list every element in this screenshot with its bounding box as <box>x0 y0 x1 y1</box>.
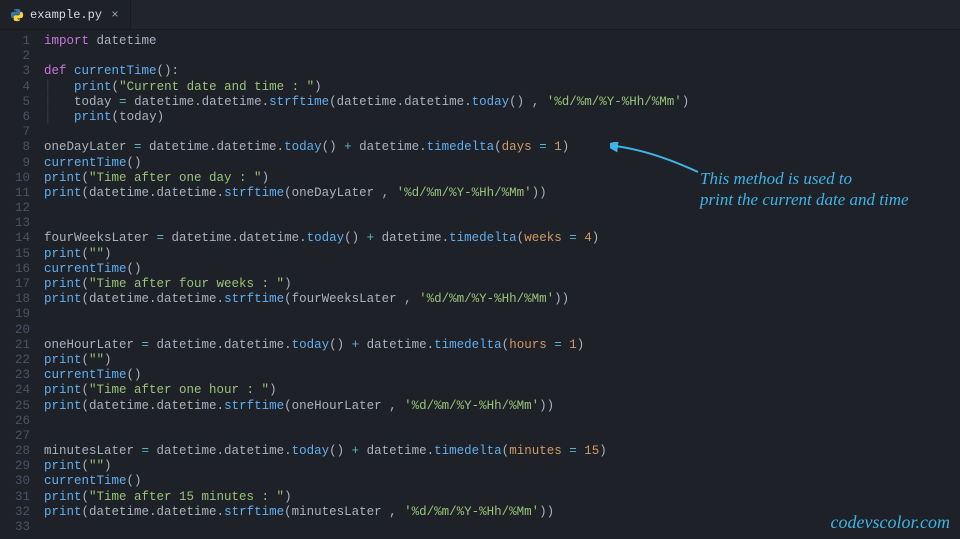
line-number-gutter: 1234567891011121314151617181920212223242… <box>0 34 44 539</box>
annotation-line-1: This method is used to <box>700 169 852 188</box>
watermark: codevscolor.com <box>831 511 950 534</box>
line-number: 3 <box>0 64 30 79</box>
line-number: 26 <box>0 414 30 429</box>
line-number: 7 <box>0 125 30 140</box>
line-number: 22 <box>0 353 30 368</box>
line-number: 23 <box>0 368 30 383</box>
line-number: 21 <box>0 338 30 353</box>
line-number: 32 <box>0 505 30 520</box>
line-number: 9 <box>0 156 30 171</box>
code-line[interactable]: │ print("Current date and time : ") <box>44 80 960 95</box>
code-line[interactable]: import datetime <box>44 34 960 49</box>
code-area[interactable]: import datetime def currentTime():│ prin… <box>44 34 960 539</box>
close-icon[interactable]: × <box>108 8 122 22</box>
code-line[interactable]: print("Time after 15 minutes : ") <box>44 490 960 505</box>
handwritten-annotation: This method is used to print the current… <box>700 168 950 211</box>
code-line[interactable]: oneDayLater = datetime.datetime.today() … <box>44 140 960 155</box>
line-number: 2 <box>0 49 30 64</box>
line-number: 20 <box>0 323 30 338</box>
tab-filename: example.py <box>30 8 102 22</box>
code-line[interactable]: print("") <box>44 247 960 262</box>
line-number: 1 <box>0 34 30 49</box>
code-line[interactable] <box>44 216 960 231</box>
line-number: 6 <box>0 110 30 125</box>
code-editor[interactable]: 1234567891011121314151617181920212223242… <box>0 30 960 539</box>
code-line[interactable]: currentTime() <box>44 262 960 277</box>
code-line[interactable]: │ print(today) <box>44 110 960 125</box>
line-number: 14 <box>0 231 30 246</box>
code-line[interactable]: print(datetime.datetime.strftime(minutes… <box>44 505 960 520</box>
line-number: 33 <box>0 520 30 535</box>
line-number: 31 <box>0 490 30 505</box>
code-line[interactable]: currentTime() <box>44 474 960 489</box>
editor-tab[interactable]: example.py × <box>0 0 131 29</box>
code-line[interactable]: oneHourLater = datetime.datetime.today()… <box>44 338 960 353</box>
line-number: 29 <box>0 459 30 474</box>
line-number: 15 <box>0 247 30 262</box>
code-line[interactable] <box>44 125 960 140</box>
line-number: 13 <box>0 216 30 231</box>
python-file-icon <box>10 8 24 22</box>
line-number: 5 <box>0 95 30 110</box>
code-line[interactable] <box>44 414 960 429</box>
line-number: 19 <box>0 307 30 322</box>
line-number: 30 <box>0 474 30 489</box>
code-line[interactable]: print(datetime.datetime.strftime(fourWee… <box>44 292 960 307</box>
line-number: 28 <box>0 444 30 459</box>
code-line[interactable]: print("") <box>44 353 960 368</box>
code-line[interactable] <box>44 520 960 535</box>
code-line[interactable] <box>44 429 960 444</box>
code-line[interactable]: minutesLater = datetime.datetime.today()… <box>44 444 960 459</box>
line-number: 25 <box>0 399 30 414</box>
line-number: 17 <box>0 277 30 292</box>
code-line[interactable]: def currentTime(): <box>44 64 960 79</box>
code-line[interactable]: currentTime() <box>44 368 960 383</box>
code-line[interactable]: print(datetime.datetime.strftime(oneHour… <box>44 399 960 414</box>
code-line[interactable]: fourWeeksLater = datetime.datetime.today… <box>44 231 960 246</box>
line-number: 27 <box>0 429 30 444</box>
code-line[interactable]: print("Time after four weeks : ") <box>44 277 960 292</box>
line-number: 8 <box>0 140 30 155</box>
code-line[interactable] <box>44 323 960 338</box>
annotation-line-2: print the current date and time <box>700 190 909 209</box>
line-number: 16 <box>0 262 30 277</box>
code-line[interactable] <box>44 307 960 322</box>
code-line[interactable]: print("") <box>44 459 960 474</box>
code-line[interactable]: print("Time after one hour : ") <box>44 383 960 398</box>
tab-bar: example.py × <box>0 0 960 30</box>
line-number: 4 <box>0 80 30 95</box>
line-number: 10 <box>0 171 30 186</box>
line-number: 12 <box>0 201 30 216</box>
line-number: 18 <box>0 292 30 307</box>
line-number: 11 <box>0 186 30 201</box>
code-line[interactable]: │ today = datetime.datetime.strftime(dat… <box>44 95 960 110</box>
line-number: 24 <box>0 383 30 398</box>
code-line[interactable] <box>44 49 960 64</box>
